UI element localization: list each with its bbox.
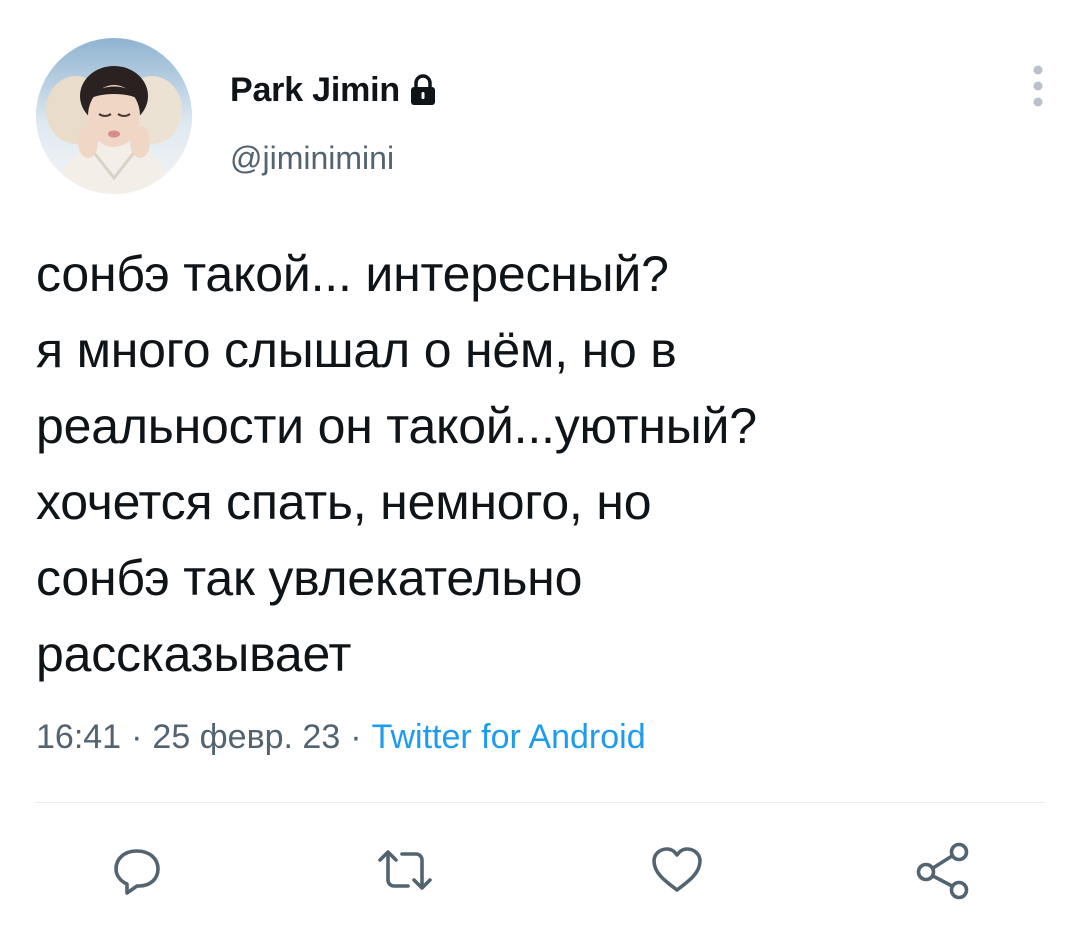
- tweet-date[interactable]: 25 февр. 23: [152, 718, 340, 756]
- user-handle[interactable]: @jiminimini: [230, 140, 394, 177]
- reply-icon: [114, 849, 160, 895]
- avatar-photo: [36, 38, 192, 194]
- tweet-time[interactable]: 16:41: [36, 718, 121, 756]
- separator-dot: ·: [350, 718, 362, 756]
- tweet-metadata: 16:41 · 25 февр. 23 · Twitter for Android: [36, 718, 646, 757]
- more-options-icon[interactable]: [1018, 60, 1058, 112]
- heart-icon: [652, 847, 702, 892]
- name-row: Park Jimin: [230, 68, 438, 112]
- retweet-button[interactable]: [370, 838, 440, 902]
- share-button[interactable]: [908, 838, 978, 902]
- separator-dot: ·: [131, 718, 143, 756]
- reply-button[interactable]: [102, 838, 172, 902]
- display-name[interactable]: Park Jimin: [230, 71, 400, 110]
- retweet-icon: [378, 850, 432, 890]
- share-icon: [916, 842, 969, 900]
- divider: [36, 802, 1044, 803]
- lock-icon: [408, 73, 438, 107]
- avatar[interactable]: [36, 38, 192, 194]
- tweet-text: сонбэ такой... интересный? я много слыша…: [36, 246, 757, 682]
- like-button[interactable]: [642, 838, 712, 902]
- tweet-detail: Park Jimin @jiminimini сонбэ такой... ин…: [0, 0, 1080, 948]
- tweet-source-link[interactable]: Twitter for Android: [372, 718, 646, 756]
